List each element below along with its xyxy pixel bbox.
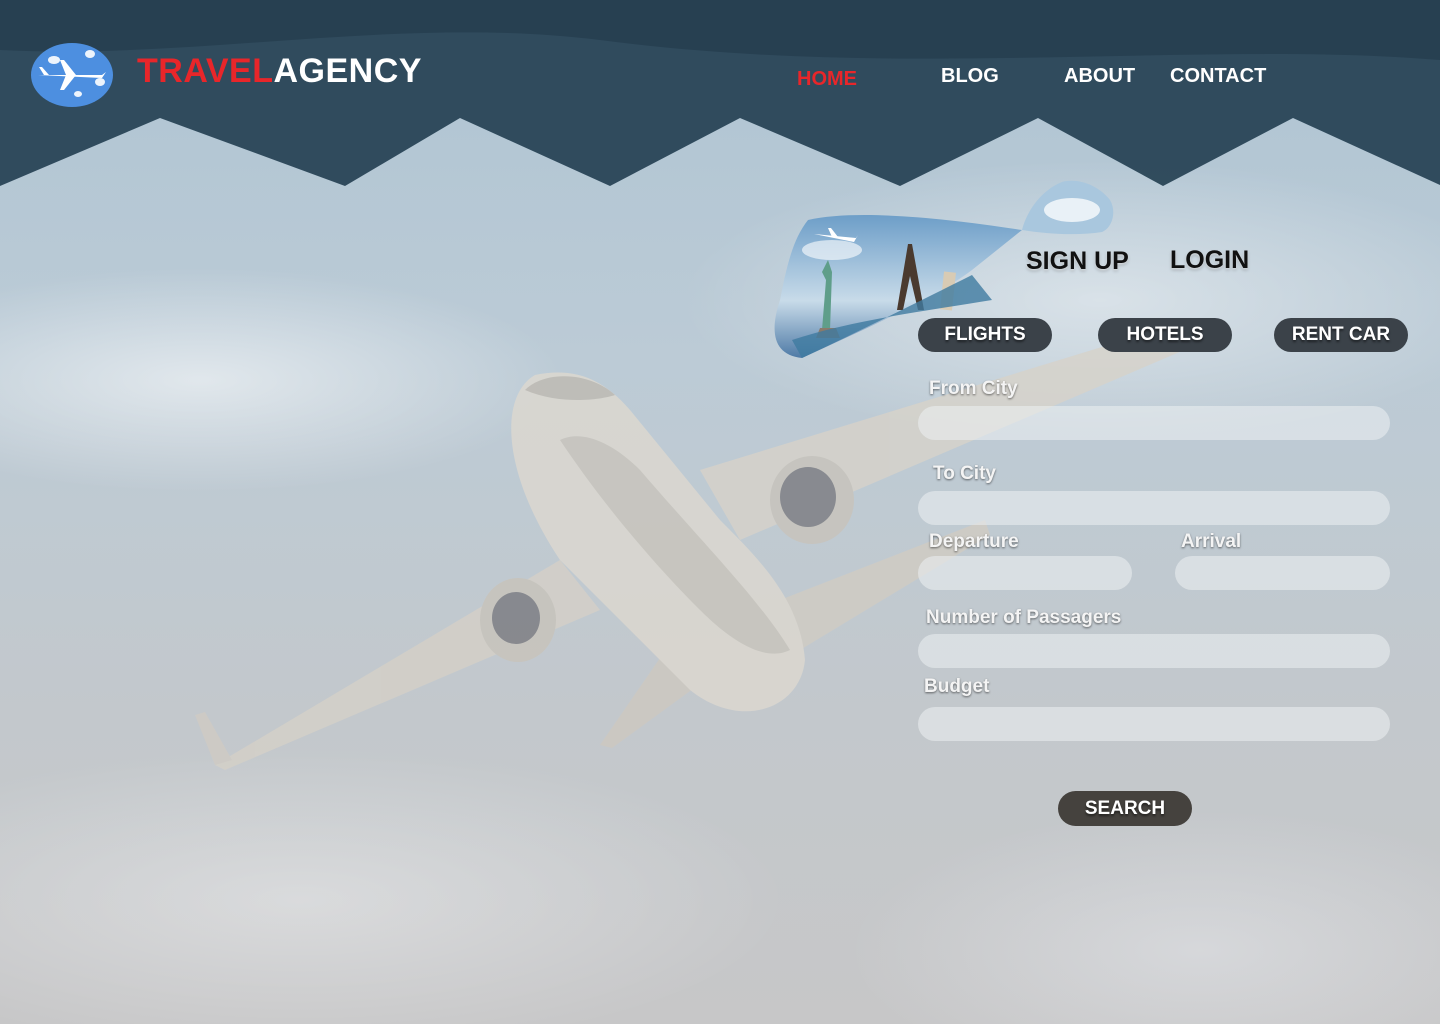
- passengers-label: Number of Passagers: [926, 607, 1122, 628]
- budget-input[interactable]: [918, 707, 1390, 741]
- arrival-input[interactable]: [1175, 556, 1390, 590]
- nav-home[interactable]: HOME: [797, 68, 857, 91]
- nav-about[interactable]: ABOUT: [1064, 65, 1135, 88]
- header-band: [0, 0, 1440, 186]
- search-button[interactable]: SEARCH: [1058, 791, 1192, 826]
- budget-label: Budget: [924, 676, 990, 697]
- departure-input[interactable]: [918, 556, 1132, 590]
- tab-hotels[interactable]: HOTELS: [1098, 318, 1232, 352]
- from-city-input[interactable]: [918, 406, 1390, 440]
- passengers-input[interactable]: [918, 634, 1390, 668]
- brand-name-part2: AGENCY: [273, 52, 422, 90]
- signup-link[interactable]: SIGN UP: [1026, 247, 1129, 276]
- login-link[interactable]: LOGIN: [1170, 246, 1249, 275]
- nav-blog[interactable]: BLOG: [941, 65, 999, 88]
- to-city-label: To City: [933, 463, 996, 484]
- to-city-input[interactable]: [918, 491, 1390, 525]
- arrival-label: Arrival: [1181, 531, 1242, 552]
- tab-rent-car[interactable]: RENT CAR: [1274, 318, 1408, 352]
- brand-name-part1: TRAVEL: [137, 52, 274, 90]
- nav-contact[interactable]: CONTACT: [1170, 65, 1266, 88]
- from-city-label: From City: [929, 378, 1018, 399]
- brand-name[interactable]: TRAVELAGENCY: [137, 52, 422, 91]
- airplane-logo-icon: [31, 43, 113, 107]
- travel-agency-page: TRAVELAGENCY HOME BLOG ABOUT CONTACT SIG…: [0, 0, 1440, 1024]
- departure-label: Departure: [929, 531, 1019, 552]
- tab-flights[interactable]: FLIGHTS: [918, 318, 1052, 352]
